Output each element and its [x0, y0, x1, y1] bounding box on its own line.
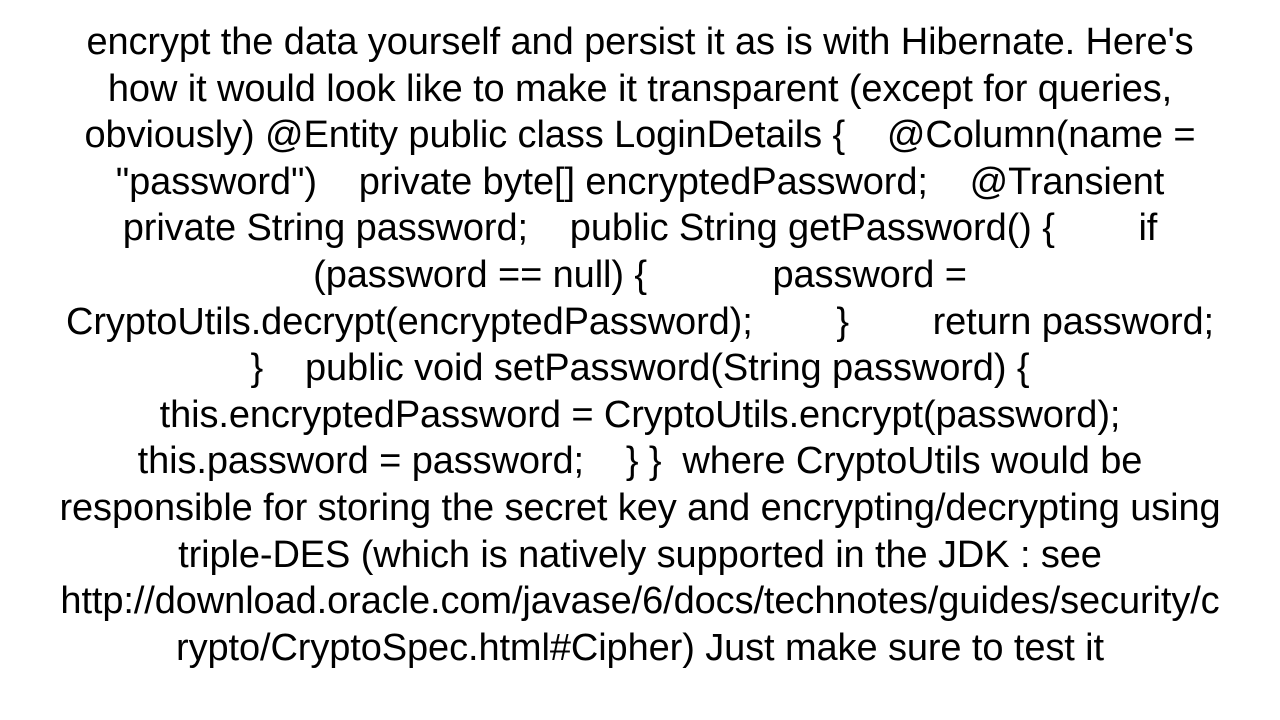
text-viewport: encrypt the data yourself and persist it…: [0, 0, 1280, 720]
answer-body-text: encrypt the data yourself and persist it…: [59, 21, 1256, 669]
